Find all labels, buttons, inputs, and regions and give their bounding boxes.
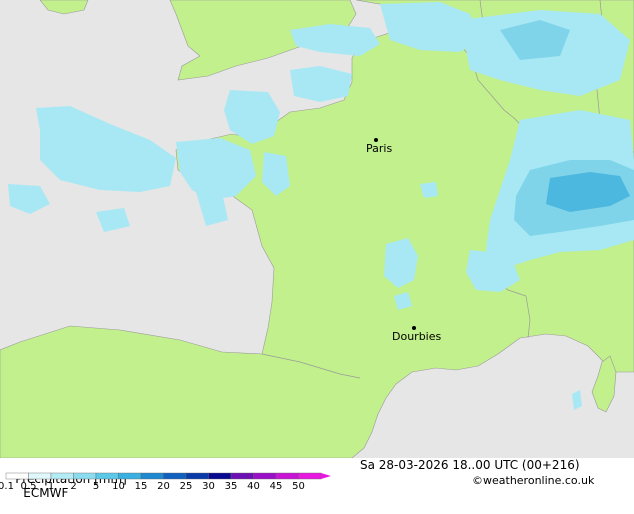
legend-label: 2 xyxy=(70,481,76,490)
legend-label: 20 xyxy=(157,481,170,490)
legend-label: 5 xyxy=(93,481,99,490)
legend-arrow xyxy=(321,473,331,479)
legend-swatch xyxy=(50,472,74,480)
precipitation-legend: 0.1 0.5 1 2 5 10 15 20 25 30 35 40 45 50 xyxy=(0,472,331,490)
legend-swatch xyxy=(185,472,209,480)
legend-swatch xyxy=(230,472,254,480)
legend-swatch xyxy=(140,472,164,480)
legend-label: 0.1 xyxy=(0,481,14,490)
legend-label: 10 xyxy=(112,481,125,490)
legend-label: 15 xyxy=(135,481,148,490)
city-label: Dourbies xyxy=(392,330,442,343)
legend-swatch xyxy=(118,472,142,480)
legend-swatch xyxy=(208,472,232,480)
precipitation-map[interactable]: Paris Dourbies xyxy=(0,0,634,458)
legend-swatch xyxy=(95,472,119,480)
legend-swatch xyxy=(275,472,299,480)
legend-label: 40 xyxy=(247,481,260,490)
legend-swatch xyxy=(298,472,322,480)
datetime: Sa 28-03-2026 18..00 UTC (00+216) xyxy=(360,458,580,472)
legend-label: 25 xyxy=(180,481,193,490)
map-svg: Paris Dourbies xyxy=(0,0,634,458)
legend-swatch xyxy=(253,472,277,480)
legend-swatch xyxy=(5,472,29,480)
legend-swatch xyxy=(28,472,52,480)
legend-label: 30 xyxy=(202,481,215,490)
legend-label: 45 xyxy=(270,481,283,490)
legend-label: 35 xyxy=(225,481,238,490)
legend-swatch xyxy=(73,472,97,480)
legend-label: 0.5 xyxy=(21,481,37,490)
city-label: Paris xyxy=(366,142,392,155)
credit: ©weatheronline.co.uk xyxy=(472,474,595,487)
legend-label: 1 xyxy=(48,481,54,490)
legend-label: 50 xyxy=(292,481,305,490)
footer: Precipitation [mm] ECMWF Sa 28-03-2026 1… xyxy=(0,458,634,500)
legend-swatch xyxy=(163,472,187,480)
